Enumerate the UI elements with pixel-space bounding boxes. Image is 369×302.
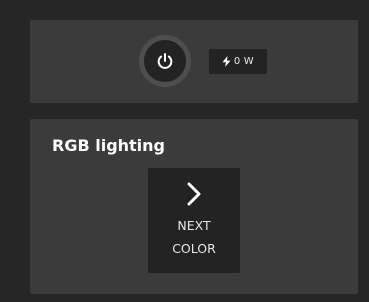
lightning-bolt-icon — [222, 56, 231, 67]
next-color-line-2: COLOR — [172, 241, 216, 256]
power-card: 0 W — [30, 20, 358, 103]
watt-unit: W — [243, 56, 255, 67]
watt-value: 0 — [233, 56, 241, 67]
power-button[interactable] — [139, 35, 191, 87]
next-color-label: NEXT COLOR — [172, 214, 216, 260]
device-panel: 0 W RGB lighting NEXT COLOR — [0, 0, 369, 302]
power-icon — [157, 53, 173, 69]
rgb-lighting-card: RGB lighting NEXT COLOR — [30, 119, 358, 294]
next-color-button[interactable]: NEXT COLOR — [148, 168, 240, 273]
rgb-lighting-title: RGB lighting — [52, 136, 166, 155]
power-draw-badge: 0 W — [209, 49, 267, 74]
chevron-right-icon — [187, 182, 201, 206]
next-color-line-1: NEXT — [177, 218, 211, 233]
